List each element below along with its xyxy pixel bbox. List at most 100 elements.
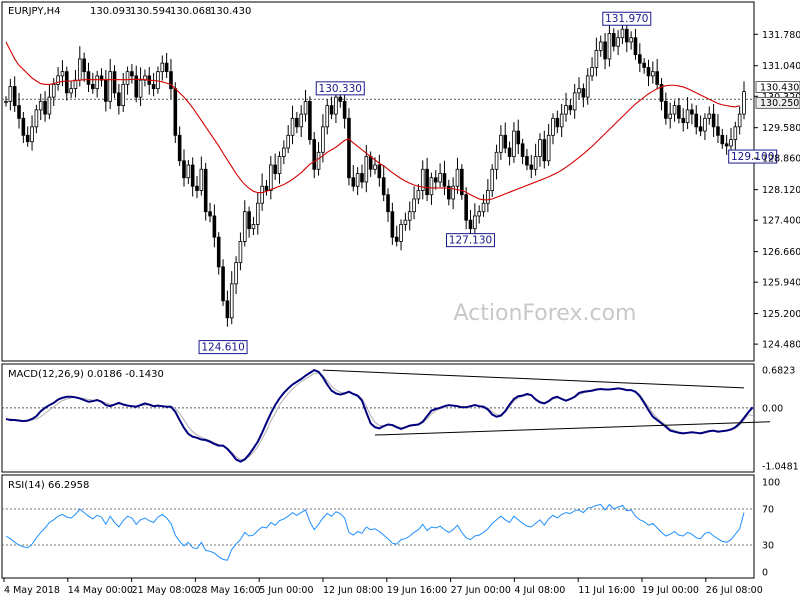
macd-panel: 0.6823 0.00 -1.0481 MACD(12,26,9) 0.0186 -…	[1, 363, 799, 473]
candle-body	[655, 71, 659, 85]
candle-body	[381, 177, 386, 196]
candle-body	[529, 164, 534, 170]
candle-body	[251, 224, 256, 230]
candle-body	[316, 151, 321, 170]
candle-body	[468, 219, 473, 230]
candle-body	[642, 62, 646, 68]
price-tag: 130.250	[755, 96, 800, 109]
candle-body	[290, 117, 295, 136]
rsi-tick-label: 0	[762, 568, 768, 579]
candle-body	[603, 41, 607, 60]
price-panel: ActionForex.com 131.970130.330129.100127…	[1, 1, 800, 362]
macd-tick-label: -1.0481	[762, 462, 799, 473]
candle-body	[707, 113, 712, 119]
candle-body	[551, 117, 555, 136]
candle-body	[203, 168, 208, 213]
candle-body	[577, 88, 581, 94]
candle-body	[338, 96, 343, 102]
candle-body	[112, 71, 117, 94]
candle-body	[503, 134, 508, 149]
rsi-panel: 100 70 30 0 RSI(14) 66.2958	[1, 474, 780, 579]
candle-body	[351, 177, 356, 187]
candle-body	[559, 113, 564, 128]
candle-body	[698, 126, 703, 132]
eurjpy-chart: ActionForex.com 131.970130.330129.100127…	[1, 1, 800, 596]
candle-body	[516, 130, 521, 145]
candle-body	[651, 71, 655, 77]
candle-body	[407, 211, 412, 221]
candle-body	[742, 91, 746, 115]
candle-body	[720, 134, 725, 145]
candle-body	[373, 164, 377, 170]
candle-body	[564, 105, 568, 115]
candle-body	[312, 139, 317, 170]
price-tick-label: 131.780	[762, 30, 800, 41]
price-tag-text: 130.250	[760, 98, 799, 109]
candle-body	[538, 139, 542, 157]
candle-body	[4, 100, 8, 103]
candle-body	[286, 134, 290, 149]
candle-body	[520, 143, 525, 157]
candle-body	[238, 241, 243, 264]
candle-body	[390, 211, 395, 238]
price-tick-label: 128.120	[762, 185, 800, 196]
candle-body	[490, 168, 495, 191]
candle-body	[724, 143, 729, 147]
candle-body	[51, 83, 56, 98]
candle-body	[212, 215, 217, 238]
candle-body	[664, 100, 668, 119]
pivot-label-text: 130.330	[319, 83, 362, 95]
time-tick-label: 4 May 2018	[4, 585, 60, 596]
candle-body	[273, 164, 277, 174]
candle-body	[8, 86, 13, 102]
candle-body	[17, 105, 21, 119]
candle-body	[321, 126, 325, 153]
candle-body	[303, 100, 308, 115]
candle-body	[73, 79, 78, 90]
pivot-label-text: 131.970	[605, 13, 648, 25]
rsi-tick-label: 100	[762, 478, 780, 489]
candle-body	[733, 126, 738, 140]
candle-body	[555, 117, 560, 128]
candle-body	[295, 117, 299, 128]
candle-body	[30, 126, 34, 143]
candle-body	[585, 75, 590, 98]
candle-body	[607, 33, 612, 60]
candle-body	[429, 177, 434, 196]
ohlc-close: 130.430	[210, 6, 251, 17]
time-tick-label: 19 Jun 16:00	[387, 585, 447, 596]
candle-body	[121, 83, 126, 107]
ohlc-high: 130.594	[130, 6, 171, 17]
candle	[347, 108, 351, 186]
candle-body	[25, 134, 30, 143]
candle-body	[225, 300, 230, 319]
rsi-tick-label: 30	[762, 541, 774, 552]
candle-body	[342, 100, 347, 119]
candle-body	[355, 173, 360, 187]
pivot-label: 130.330	[315, 81, 365, 96]
candle-body	[594, 50, 599, 68]
candle-body	[221, 266, 225, 302]
candle-body	[177, 134, 182, 162]
candle-body	[685, 109, 690, 123]
candle-body	[78, 58, 82, 81]
candle-body	[43, 100, 47, 115]
candle-body	[164, 62, 169, 73]
candle-body	[108, 71, 112, 102]
price-tick-label: 131.040	[762, 61, 800, 72]
candle-body	[160, 62, 165, 73]
pivot-label: 127.130	[446, 233, 496, 248]
candle-body	[95, 75, 99, 90]
candle-body	[598, 41, 603, 51]
time-tick-label: 14 May 00:00	[68, 585, 133, 596]
rsi-panel-frame	[1, 474, 755, 579]
time-tick-label: 28 May 16:00	[195, 585, 260, 596]
candle-body	[329, 105, 334, 115]
candle-body	[34, 109, 39, 128]
candle-body	[703, 117, 707, 132]
rsi-axis: 100 70 30 0	[762, 478, 780, 579]
time-tick-label: 5 Jun 00:00	[259, 585, 313, 596]
candle-body	[690, 109, 694, 115]
candle-body	[277, 156, 282, 174]
candle-body	[677, 105, 681, 119]
